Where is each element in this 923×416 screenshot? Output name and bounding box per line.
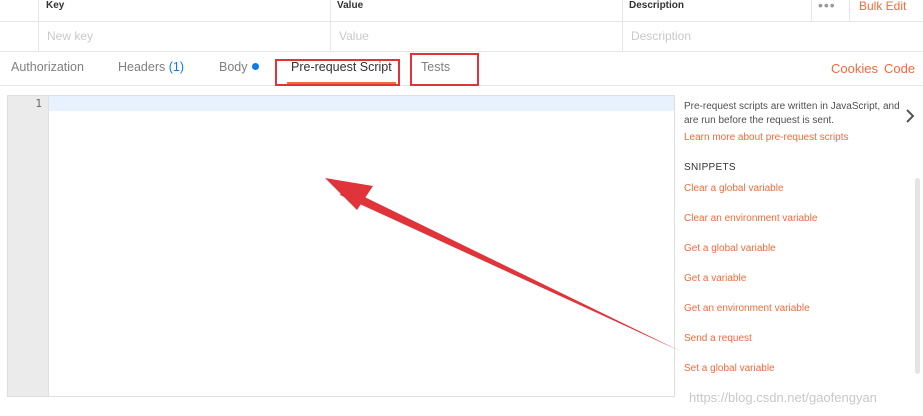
tab-label: Authorization bbox=[11, 60, 84, 74]
annotation-box-pre-request bbox=[275, 59, 400, 86]
tab-authorization[interactable]: Authorization bbox=[11, 52, 84, 82]
key-column-header: Key bbox=[46, 0, 65, 11]
new-value-input[interactable]: Value bbox=[339, 22, 369, 51]
new-description-input[interactable]: Description bbox=[631, 22, 691, 51]
panel-description: Pre-request scripts are written in JavaS… bbox=[684, 101, 900, 126]
editor-gutter: 1 bbox=[8, 96, 49, 396]
cookies-link[interactable]: Cookies bbox=[831, 52, 878, 85]
bulk-edit-link[interactable]: Bulk Edit bbox=[859, 0, 906, 14]
description-column-header: Description bbox=[629, 0, 685, 11]
column-divider bbox=[38, 22, 39, 51]
more-options-icon[interactable]: ••• bbox=[818, 0, 840, 12]
snippet-link[interactable]: Get a variable bbox=[684, 273, 746, 284]
params-table-header: Key Value Description ••• Bulk Edit bbox=[0, 0, 923, 22]
snippet-link[interactable]: Clear a global variable bbox=[684, 183, 784, 194]
snippet-link[interactable]: Get an environment variable bbox=[684, 303, 810, 314]
body-indicator-dot bbox=[251, 63, 259, 70]
tab-body[interactable]: Body bbox=[219, 52, 259, 82]
learn-more-link[interactable]: Learn more about pre-request scripts bbox=[684, 131, 909, 145]
snippets-panel: Pre-request scripts are written in JavaS… bbox=[684, 100, 909, 145]
script-textarea[interactable] bbox=[52, 96, 674, 396]
column-divider bbox=[38, 0, 39, 21]
code-link[interactable]: Code bbox=[884, 52, 915, 85]
snippet-link[interactable]: Clear an environment variable bbox=[684, 213, 817, 224]
snippet-link[interactable]: Get a global variable bbox=[684, 243, 776, 254]
column-divider bbox=[622, 0, 623, 21]
panel-scrollbar[interactable] bbox=[915, 178, 920, 374]
annotation-box-tests bbox=[410, 53, 479, 86]
tab-label: Headers bbox=[118, 60, 166, 74]
params-new-row: New key Value Description bbox=[0, 22, 923, 52]
column-divider bbox=[330, 22, 331, 51]
tab-headers[interactable]: Headers (1) bbox=[118, 52, 184, 82]
snippet-link[interactable]: Send a request bbox=[684, 333, 752, 344]
column-divider bbox=[811, 0, 812, 21]
chevron-right-icon[interactable] bbox=[902, 106, 918, 126]
snippets-heading: SNIPPETS bbox=[684, 162, 736, 173]
headers-count-badge: (1) bbox=[168, 60, 185, 74]
script-editor[interactable]: 1 bbox=[7, 95, 675, 397]
watermark: https://blog.csdn.net/gaofengyan bbox=[689, 390, 877, 405]
tab-label: Body bbox=[219, 60, 248, 74]
snippet-link[interactable]: Set a global variable bbox=[684, 363, 775, 374]
value-column-header: Value bbox=[337, 0, 364, 11]
column-divider bbox=[849, 0, 850, 21]
column-divider bbox=[622, 22, 623, 51]
column-divider bbox=[330, 0, 331, 21]
line-number: 1 bbox=[35, 97, 42, 110]
new-key-input[interactable]: New key bbox=[47, 22, 93, 51]
